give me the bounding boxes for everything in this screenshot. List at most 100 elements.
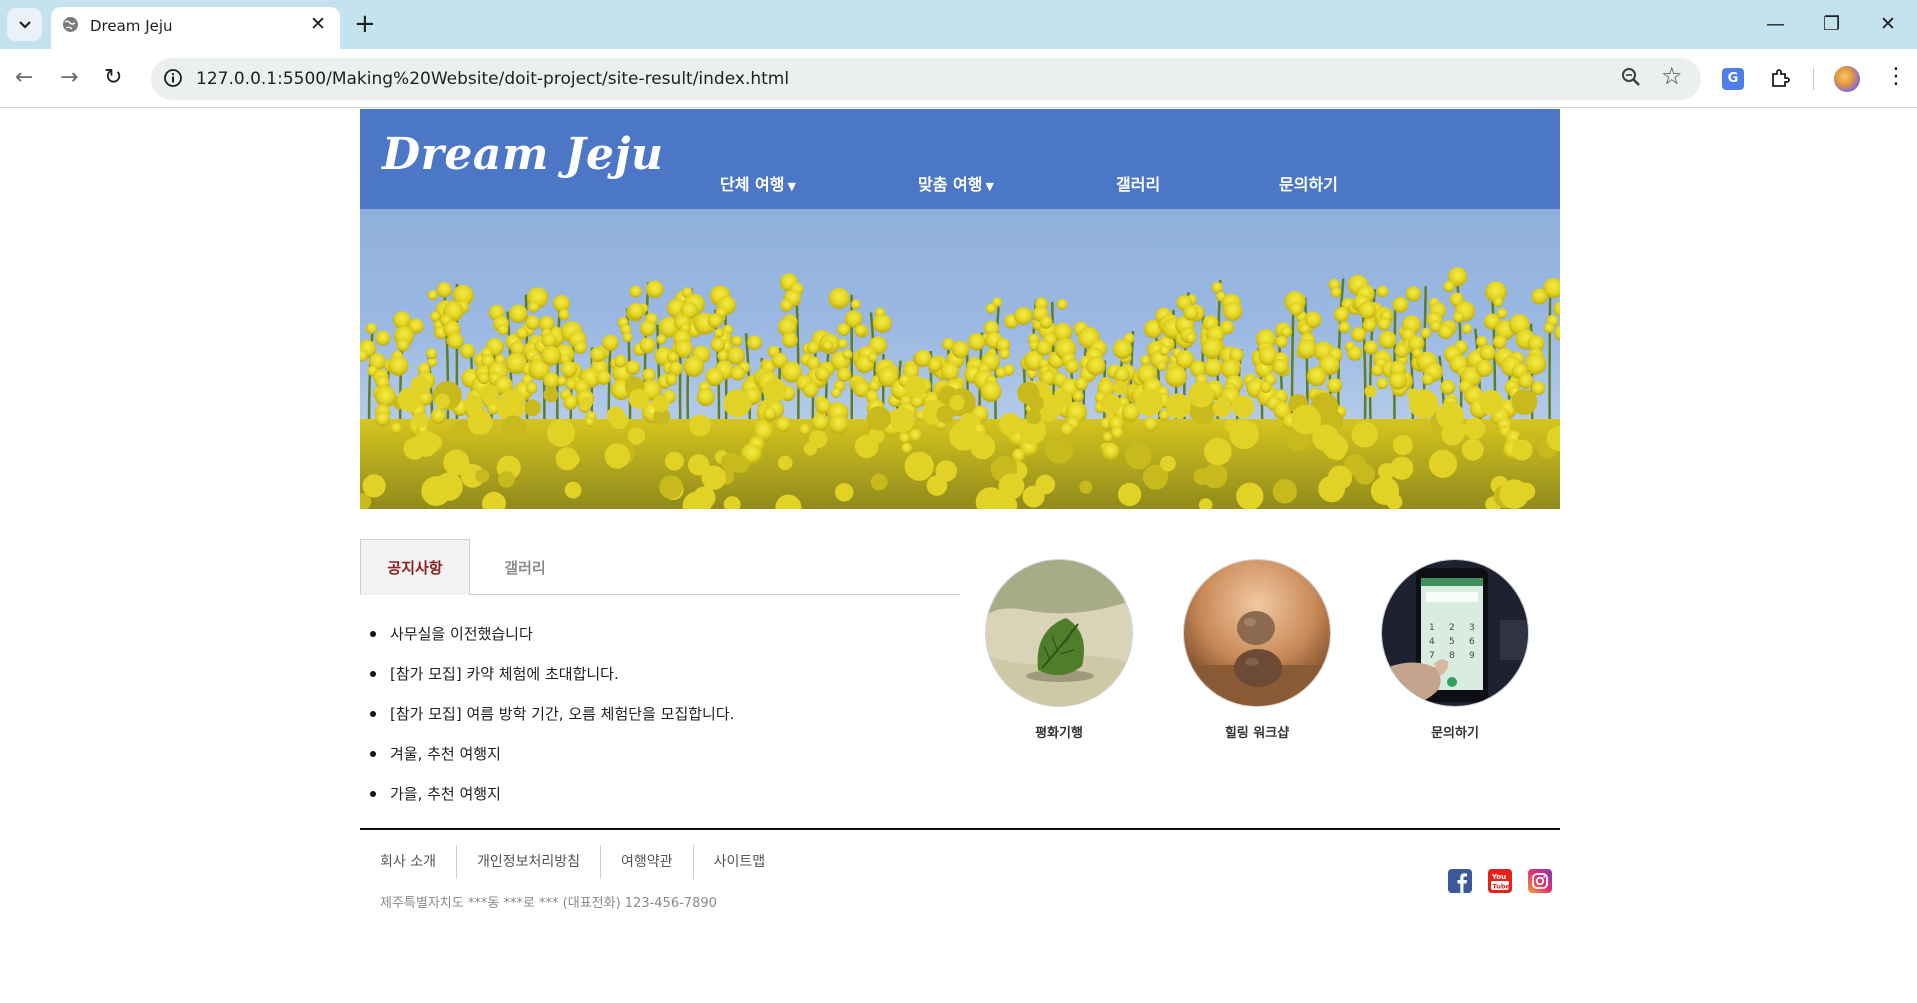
flower-bloom <box>1165 365 1188 388</box>
flower-bloom <box>497 324 509 336</box>
facebook-icon[interactable] <box>1448 869 1472 893</box>
flower-bloom <box>1118 482 1142 507</box>
profile-avatar[interactable] <box>1834 66 1860 92</box>
reload-icon[interactable]: ↻ <box>104 64 122 92</box>
flower-bloom <box>775 416 791 433</box>
instagram-icon[interactable] <box>1528 869 1552 893</box>
restore-icon[interactable]: ❐ <box>1823 9 1840 39</box>
toolbar-divider <box>1813 68 1814 90</box>
list-item[interactable]: 가을, 추천 여행지 <box>370 784 734 824</box>
flower-bloom <box>1306 366 1327 387</box>
flower-bloom <box>901 442 913 454</box>
card-label: 힐링 워크샵 <box>1224 726 1290 741</box>
flower-bloom <box>1364 385 1377 398</box>
flower-bloom <box>1517 373 1534 389</box>
flower-bloom <box>777 455 793 471</box>
list-item[interactable]: [참가 모집] 여름 방학 기간, 오름 체험단을 모집합니다. <box>370 704 734 744</box>
flower-bloom <box>1125 443 1152 470</box>
flower-bloom <box>541 345 562 366</box>
flower-bloom <box>524 399 541 417</box>
flower-bloom <box>362 474 386 498</box>
minimize-icon[interactable]: — <box>1766 9 1785 39</box>
flower-bloom <box>927 357 943 373</box>
flower-bloom <box>1464 418 1486 440</box>
tab-notice[interactable]: 공지사항 <box>360 539 470 595</box>
flower-bloom <box>1438 324 1454 340</box>
flower-bloom <box>822 340 834 352</box>
card-peace-tour[interactable]: 평화기행 <box>985 559 1133 741</box>
flower-bloom <box>1499 479 1530 509</box>
flower-bloom <box>904 375 927 399</box>
flower-bloom <box>365 323 377 334</box>
url-text[interactable]: 127.0.0.1:5500/Making%20Website/doit-pro… <box>196 69 789 89</box>
notice-text: 겨울, 추천 여행지 <box>390 745 501 763</box>
flower-bloom <box>1376 285 1389 298</box>
flower-bloom <box>867 352 878 363</box>
flower-bloom <box>762 407 777 421</box>
translate-icon[interactable]: G <box>1722 68 1744 90</box>
footer-link-terms[interactable]: 여행약관 <box>601 845 694 879</box>
flower-bloom <box>388 355 409 376</box>
flower-bloom <box>645 280 664 299</box>
flower-bloom <box>412 430 439 457</box>
flower-bloom <box>460 343 476 359</box>
flower-bloom <box>1100 393 1121 415</box>
flower-bloom <box>1326 377 1343 394</box>
flower-bloom <box>625 360 641 375</box>
list-item[interactable]: 사무실을 이전했습니다 <box>370 624 734 664</box>
kebab-menu-icon[interactable]: ⋮ <box>1885 63 1907 91</box>
extensions-puzzle-icon[interactable] <box>1768 66 1792 90</box>
flower-bloom <box>936 405 954 424</box>
list-item[interactable]: 겨울, 추천 여행지 <box>370 744 734 784</box>
flower-bloom <box>665 373 678 386</box>
page-viewport: Dream Jeju 단체 여행 ▼ 맞춤 여행 ▼ 갤러리 문의하기 공지사항… <box>0 109 1917 1003</box>
flower-bloom <box>412 412 429 428</box>
flower-bloom <box>375 411 390 427</box>
nav-custom-tour[interactable]: 맞춤 여행 ▼ <box>918 171 994 195</box>
flower-bloom <box>1060 423 1074 437</box>
youtube-icon[interactable]: You Tube <box>1488 869 1512 893</box>
flower-bloom <box>427 290 438 301</box>
flower-bloom <box>659 475 683 499</box>
list-item[interactable]: [참가 모집] 카약 체험에 초대합니다. <box>370 664 734 704</box>
footer-link-sitemap[interactable]: 사이트맵 <box>694 845 786 879</box>
card-healing-workshop[interactable]: 힐링 워크샵 <box>1183 559 1331 741</box>
nav-gallery[interactable]: 갤러리 <box>1116 171 1160 195</box>
new-tab-icon[interactable]: + <box>354 9 376 39</box>
flower-bloom <box>837 338 848 349</box>
flower-bloom <box>995 367 1006 378</box>
site-info-icon[interactable] <box>163 68 183 88</box>
flower-bloom <box>375 330 391 346</box>
window-close-icon[interactable]: ✕ <box>1880 9 1896 39</box>
footer-link-privacy[interactable]: 개인정보처리방침 <box>457 845 602 879</box>
site-logo[interactable]: Dream Jeju <box>382 129 663 180</box>
flower-bloom <box>837 323 850 336</box>
footer-link-about[interactable]: 회사 소개 <box>360 845 457 879</box>
tab-gallery[interactable]: 갤러리 <box>470 539 580 595</box>
flower-bloom <box>447 332 464 349</box>
zoom-icon[interactable] <box>1620 66 1642 88</box>
flower-bloom <box>558 309 570 321</box>
flower-bloom <box>1330 287 1342 298</box>
bookmark-star-icon[interactable]: ☆ <box>1661 62 1683 90</box>
flower-bloom <box>390 422 402 434</box>
nav-contact[interactable]: 문의하기 <box>1279 171 1338 195</box>
flower-bloom <box>1272 479 1297 504</box>
tab-search-button[interactable] <box>7 8 42 41</box>
back-arrow-icon[interactable]: ← <box>15 64 33 92</box>
flower-bloom <box>1452 311 1465 323</box>
forward-arrow-icon[interactable]: → <box>60 64 78 92</box>
nav-group-tour[interactable]: 단체 여행 ▼ <box>720 171 796 195</box>
flower-bloom <box>1165 393 1191 419</box>
svg-text:4: 4 <box>1429 637 1435 647</box>
flower-bloom <box>434 393 450 409</box>
card-contact[interactable]: 1 2 3 4 5 6 7 8 9 문의하기 <box>1381 559 1529 741</box>
flower-bloom <box>574 341 587 354</box>
footer-divider <box>360 828 1560 830</box>
flower-bloom <box>525 315 540 330</box>
stacked-stones-image <box>1183 559 1331 707</box>
flower-bloom <box>870 473 888 491</box>
flower-bloom <box>828 414 849 435</box>
tab-close-icon[interactable]: ✕ <box>310 14 326 34</box>
flower-bloom <box>1036 340 1053 356</box>
